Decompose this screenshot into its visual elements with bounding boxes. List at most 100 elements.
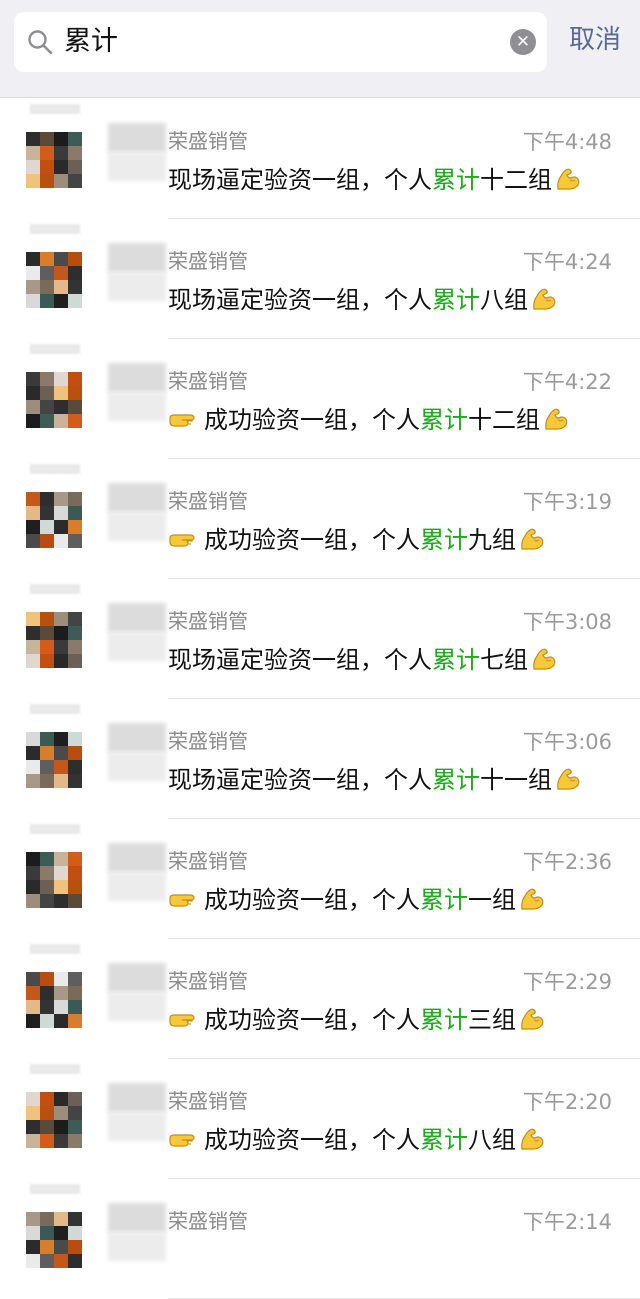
avatar-pixel bbox=[68, 626, 82, 640]
search-result-item[interactable]: 荣盛销管 下午4:24 现场逼定验资一组，个人累计八组 bbox=[0, 219, 640, 339]
sender-name: 荣盛销管 bbox=[168, 1089, 248, 1113]
search-result-item[interactable]: 荣盛销管 下午2:20 成功验资一组，个人累计八组 bbox=[0, 1059, 640, 1179]
avatar-pixel bbox=[54, 1120, 68, 1134]
search-results-list: 荣盛销管 下午4:48 现场逼定验资一组，个人累计十二组 荣盛销管 下午4:24… bbox=[0, 99, 640, 1299]
search-result-item[interactable]: 荣盛销管 下午2:14 bbox=[0, 1179, 640, 1299]
message-text: 现场逼定验资一组，个人 bbox=[168, 766, 432, 794]
message-time: 下午2:14 bbox=[522, 1210, 612, 1234]
avatar bbox=[26, 612, 82, 668]
obscured-area bbox=[108, 273, 166, 301]
avatar-pixel bbox=[40, 732, 54, 746]
message-time: 下午3:19 bbox=[522, 490, 612, 514]
avatar-pixel bbox=[68, 1106, 82, 1120]
cancel-button[interactable]: 取消 bbox=[569, 20, 621, 60]
avatar-pixel bbox=[54, 146, 68, 160]
avatar-pixel bbox=[40, 1254, 54, 1268]
search-result-item[interactable]: 荣盛销管 下午4:22 成功验资一组，个人累计十二组 bbox=[0, 339, 640, 459]
search-result-item[interactable]: 荣盛销管 下午3:06 现场逼定验资一组，个人累计十一组 bbox=[0, 699, 640, 819]
avatar-pixel bbox=[68, 1240, 82, 1254]
message-text-suffix: 八组 bbox=[468, 1126, 516, 1154]
message-text: 成功验资一组，个人 bbox=[204, 526, 420, 554]
avatar-pixel bbox=[54, 1212, 68, 1226]
avatar-pixel bbox=[40, 866, 54, 880]
avatar-pixel bbox=[68, 612, 82, 626]
avatar-pixel bbox=[54, 986, 68, 1000]
message-text: 成功验资一组，个人 bbox=[204, 406, 420, 434]
avatar-pixel bbox=[40, 174, 54, 188]
avatar-pixel bbox=[54, 852, 68, 866]
message-text-suffix: 九组 bbox=[468, 526, 516, 554]
flexed-biceps-icon bbox=[516, 886, 545, 914]
avatar-pixel bbox=[68, 252, 82, 266]
avatar-pixel bbox=[26, 626, 40, 640]
avatar-pixel bbox=[26, 492, 40, 506]
pointing-hand-icon bbox=[168, 1006, 204, 1034]
avatar-pixel bbox=[54, 612, 68, 626]
avatar-pixel bbox=[40, 146, 54, 160]
avatar-pixel bbox=[26, 1240, 40, 1254]
avatar-pixel bbox=[40, 1240, 54, 1254]
avatar-pixel bbox=[54, 972, 68, 986]
message-preview: 成功验资一组，个人累计三组 bbox=[168, 1003, 545, 1037]
sender-name: 荣盛销管 bbox=[168, 489, 248, 513]
avatar-pixel bbox=[54, 1134, 68, 1148]
search-input[interactable] bbox=[64, 12, 504, 72]
message-preview: 成功验资一组，个人累计八组 bbox=[168, 1123, 545, 1157]
avatar-pixel bbox=[68, 1226, 82, 1240]
avatar-pixel bbox=[54, 1092, 68, 1106]
message-text: 成功验资一组，个人 bbox=[204, 886, 420, 914]
avatar-pixel bbox=[68, 774, 82, 788]
avatar-pixel bbox=[40, 612, 54, 626]
avatar-pixel bbox=[40, 294, 54, 308]
avatar-pixel bbox=[40, 266, 54, 280]
search-result-item[interactable]: 荣盛销管 下午3:08 现场逼定验资一组，个人累计七组 bbox=[0, 579, 640, 699]
avatar-pixel bbox=[54, 1106, 68, 1120]
avatar-pixel bbox=[68, 746, 82, 760]
avatar-pixel bbox=[40, 534, 54, 548]
search-box[interactable]: ✕ bbox=[14, 12, 547, 72]
search-result-item[interactable]: 荣盛销管 下午2:29 成功验资一组，个人累计三组 bbox=[0, 939, 640, 1059]
avatar-pixel bbox=[26, 774, 40, 788]
avatar bbox=[26, 1212, 82, 1268]
message-text-suffix: 三组 bbox=[468, 1006, 516, 1034]
message-text-suffix: 一组 bbox=[468, 886, 516, 914]
avatar-pixel bbox=[40, 520, 54, 534]
keyword-highlight: 累计 bbox=[420, 886, 468, 914]
search-result-item[interactable]: 荣盛销管 下午2:36 成功验资一组，个人累计一组 bbox=[0, 819, 640, 939]
obscured-area bbox=[108, 1203, 166, 1233]
obscured-area bbox=[108, 363, 166, 393]
message-time: 下午4:24 bbox=[522, 250, 612, 274]
search-icon bbox=[28, 30, 53, 55]
flexed-biceps-icon bbox=[552, 766, 581, 794]
avatar-pixel bbox=[54, 252, 68, 266]
avatar-pixel bbox=[54, 1014, 68, 1028]
avatar-pixel bbox=[54, 1240, 68, 1254]
avatar-pixel bbox=[68, 534, 82, 548]
avatar-pixel bbox=[26, 372, 40, 386]
avatar-pixel bbox=[40, 986, 54, 1000]
obscured-area bbox=[30, 224, 80, 234]
keyword-highlight: 累计 bbox=[432, 166, 480, 194]
search-result-item[interactable]: 荣盛销管 下午3:19 成功验资一组，个人累计九组 bbox=[0, 459, 640, 579]
message-text-suffix: 十一组 bbox=[480, 766, 552, 794]
avatar-pixel bbox=[40, 252, 54, 266]
avatar-pixel bbox=[40, 372, 54, 386]
avatar-pixel bbox=[40, 1226, 54, 1240]
avatar-pixel bbox=[26, 386, 40, 400]
message-time: 下午2:29 bbox=[522, 970, 612, 994]
avatar-pixel bbox=[26, 612, 40, 626]
search-result-item[interactable]: 荣盛销管 下午4:48 现场逼定验资一组，个人累计十二组 bbox=[0, 99, 640, 219]
obscured-area bbox=[30, 1064, 80, 1074]
keyword-highlight: 累计 bbox=[432, 646, 480, 674]
avatar-pixel bbox=[54, 294, 68, 308]
avatar-pixel bbox=[40, 972, 54, 986]
avatar-pixel bbox=[54, 654, 68, 668]
obscured-area bbox=[108, 993, 166, 1021]
avatar-pixel bbox=[40, 492, 54, 506]
avatar-pixel bbox=[26, 760, 40, 774]
avatar-pixel bbox=[26, 1226, 40, 1240]
avatar-pixel bbox=[68, 1212, 82, 1226]
avatar-pixel bbox=[54, 520, 68, 534]
avatar-pixel bbox=[26, 1212, 40, 1226]
clear-icon[interactable]: ✕ bbox=[510, 29, 536, 55]
